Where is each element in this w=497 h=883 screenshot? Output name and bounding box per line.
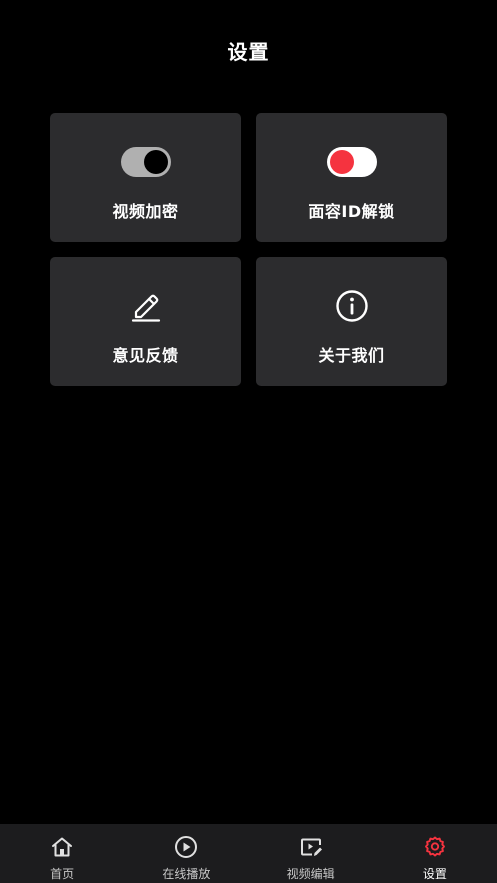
page-title: 设置: [227, 40, 270, 64]
tab-settings[interactable]: 设置: [373, 824, 497, 883]
video-encryption-card[interactable]: 视频加密: [50, 113, 241, 242]
tab-settings-label: 设置: [422, 867, 447, 881]
tab-home[interactable]: 首页: [0, 824, 124, 883]
tab-online-play[interactable]: 在线播放: [124, 824, 248, 883]
face-id-unlock-label: 面容ID解锁: [308, 202, 395, 221]
edit-pen-icon: [50, 289, 241, 323]
toggle-knob: [329, 150, 354, 174]
about-us-label: 关于我们: [318, 346, 385, 365]
video-encryption-toggle[interactable]: [120, 147, 171, 177]
feedback-card[interactable]: 意见反馈: [50, 257, 241, 386]
video-encryption-label: 视频加密: [112, 202, 179, 221]
toggle-knob: [143, 150, 168, 174]
face-id-toggle-wrap: [256, 145, 447, 179]
video-edit-icon: [249, 835, 373, 859]
tab-video-edit[interactable]: 视频编辑: [249, 824, 373, 883]
video-encryption-toggle-wrap: [50, 145, 241, 179]
home-icon: [0, 835, 124, 859]
feedback-label: 意见反馈: [112, 346, 179, 365]
face-id-unlock-card[interactable]: 面容ID解锁: [256, 113, 447, 242]
about-us-card[interactable]: 关于我们: [256, 257, 447, 386]
tab-home-label: 首页: [50, 867, 75, 881]
bottom-tab-bar: 首页 在线播放 视频编辑 设置: [0, 824, 497, 883]
info-circle-icon: [256, 289, 447, 323]
gear-icon: [373, 835, 497, 859]
face-id-toggle[interactable]: [326, 147, 377, 177]
settings-grid: 视频加密 面容ID解锁 意见反馈 关于我们: [50, 113, 448, 386]
tab-online-play-label: 在线播放: [162, 867, 211, 881]
play-circle-icon: [124, 835, 248, 859]
tab-video-edit-label: 视频编辑: [286, 867, 335, 881]
